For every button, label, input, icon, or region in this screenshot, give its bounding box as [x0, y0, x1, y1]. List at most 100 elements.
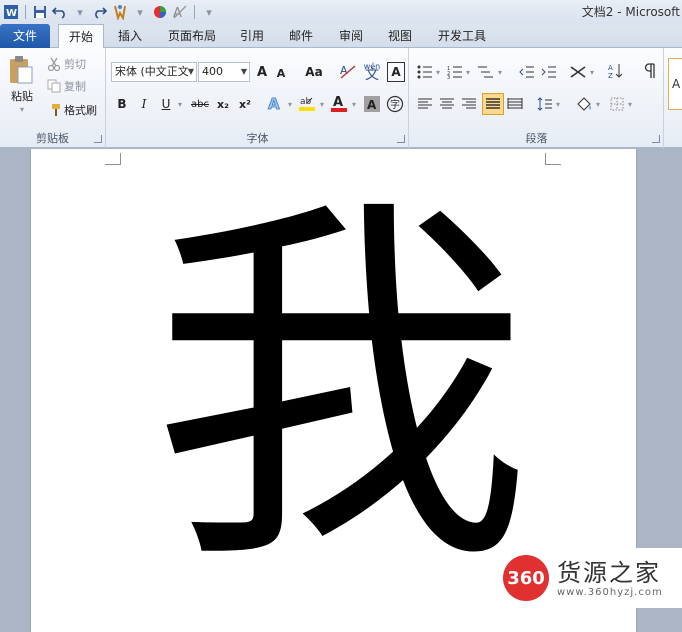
font-size-combo[interactable]: 400 ▼ — [198, 62, 250, 82]
svg-text:A: A — [367, 98, 377, 112]
justify-icon[interactable] — [482, 93, 504, 115]
align-left-icon[interactable] — [416, 94, 434, 114]
change-case-button[interactable]: Aa — [301, 62, 327, 82]
shading-icon[interactable] — [574, 94, 594, 114]
copy-icon — [46, 78, 62, 94]
clear-formatting-icon[interactable]: A — [337, 60, 359, 84]
chevron-down-icon[interactable]: ▾ — [175, 94, 185, 114]
chinese-layout-icon[interactable] — [568, 62, 588, 82]
svg-text:W: W — [6, 8, 17, 19]
tab-review[interactable]: 审阅 — [333, 24, 369, 48]
tab-home[interactable]: 开始 — [58, 24, 104, 49]
paragraph-group: ▾ 123 ▾ ▾ ▾ AZ ▾ ▾ ▾ 段落 — [410, 48, 664, 148]
numbering-icon[interactable]: 123 — [446, 62, 464, 82]
subscript-button[interactable]: x₂ — [213, 94, 233, 114]
character-border-button[interactable]: A — [387, 62, 405, 82]
chevron-down-icon[interactable]: ▾ — [588, 62, 596, 82]
increase-indent-icon[interactable] — [540, 62, 558, 82]
format-painter-button[interactable]: 格式刷 — [64, 102, 104, 118]
paragraph-group-label: 段落 — [525, 132, 548, 145]
decrease-indent-icon[interactable] — [518, 62, 536, 82]
chevron-down-icon[interactable]: ▾ — [434, 62, 442, 82]
svg-text:A: A — [268, 95, 280, 112]
phonetic-guide-button[interactable]: wén 文 — [361, 58, 383, 84]
italic-button[interactable]: I — [135, 94, 153, 114]
chevron-down-icon[interactable]: ▾ — [349, 94, 359, 114]
ribbon-tabs: 文件 开始 插入 页面布局 引用 邮件 审阅 视图 开发工具 — [0, 24, 682, 49]
align-center-icon[interactable] — [438, 94, 456, 114]
customize-icon[interactable]: ▾ — [200, 3, 218, 21]
watermark-logo: 360 — [503, 555, 549, 601]
tab-insert[interactable]: 插入 — [112, 24, 148, 48]
line-spacing-icon[interactable] — [536, 94, 554, 114]
style-preview-text: A — [672, 77, 681, 91]
font-name-combo[interactable]: 宋体 (中文正文 ▼ — [111, 62, 197, 82]
redo-icon[interactable] — [91, 3, 109, 21]
document-text[interactable]: 我 — [141, 179, 541, 599]
superscript-button[interactable]: x² — [235, 94, 255, 114]
dialog-launcher-icon[interactable] — [397, 135, 405, 143]
qat-separator — [25, 5, 26, 19]
format-painter-icon — [46, 102, 62, 118]
svg-text:ab: ab — [300, 97, 312, 107]
grow-font-button[interactable]: A — [253, 62, 271, 82]
tab-developer[interactable]: 开发工具 — [432, 24, 492, 48]
bold-button[interactable]: B — [113, 94, 131, 114]
font-group: 宋体 (中文正文 ▼ 400 ▼ A A Aa A wén 文 A B I U ▾… — [107, 48, 409, 148]
chevron-down-icon[interactable]: ▾ — [464, 62, 472, 82]
undo-icon[interactable] — [51, 3, 69, 21]
tab-references[interactable]: 引用 — [234, 24, 270, 48]
styles-gallery-item[interactable]: A — [668, 58, 682, 110]
borders-icon[interactable] — [608, 94, 626, 114]
clear-format-icon[interactable]: A — [171, 3, 189, 21]
svg-text:Z: Z — [608, 72, 613, 80]
dialog-launcher-icon[interactable] — [652, 135, 660, 143]
chevron-down-icon[interactable]: ▾ — [71, 3, 89, 21]
chevron-down-icon[interactable]: ▾ — [554, 94, 562, 114]
highlight-icon[interactable]: ab — [297, 92, 317, 114]
sort-icon[interactable]: AZ — [606, 60, 626, 82]
strikethrough-button[interactable]: abc — [189, 94, 211, 114]
chevron-down-icon[interactable]: ▾ — [131, 3, 149, 21]
clipboard-group-label: 剪贴板 — [36, 132, 69, 145]
chevron-down-icon[interactable]: ▾ — [594, 94, 602, 114]
text-effects-icon[interactable]: A — [265, 92, 285, 114]
font-name-value: 宋体 (中文正文 — [115, 65, 189, 78]
chevron-down-icon[interactable]: ▾ — [626, 94, 634, 114]
tab-file[interactable]: 文件 — [0, 24, 50, 48]
ribbon: 粘贴 ▾ 剪切 复制 格式刷 剪贴板 宋体 (中文正文 ▼ 400 ▼ A A … — [0, 48, 682, 148]
format-painter-icon[interactable] — [111, 3, 129, 21]
margin-corner-mark — [545, 153, 561, 165]
word-app-icon[interactable]: W — [2, 3, 20, 21]
enclose-characters-icon[interactable]: 字 — [385, 94, 405, 114]
color-icon[interactable] — [151, 3, 169, 21]
bullets-icon[interactable] — [416, 62, 434, 82]
quick-access-toolbar: W ▾ ▾ A ▾ — [0, 3, 218, 21]
show-formatting-icon[interactable] — [640, 60, 660, 82]
chevron-down-icon: ▼ — [187, 67, 194, 76]
dialog-launcher-icon[interactable] — [94, 135, 102, 143]
tab-page-layout[interactable]: 页面布局 — [162, 24, 222, 48]
save-icon[interactable] — [31, 3, 49, 21]
underline-button[interactable]: U — [157, 94, 175, 114]
chevron-down-icon[interactable]: ▾ — [317, 94, 327, 114]
watermark-name: 货源之家 — [557, 558, 661, 587]
distribute-icon[interactable] — [506, 94, 524, 114]
shrink-font-button[interactable]: A — [273, 64, 289, 82]
font-color-icon[interactable]: A — [329, 92, 349, 114]
qat-separator — [194, 5, 195, 19]
character-shading-icon[interactable]: A — [363, 94, 381, 114]
multilevel-list-icon[interactable] — [476, 62, 496, 82]
watermark-text: 货源之家 www.360hyzj.com — [557, 559, 663, 598]
chevron-down-icon[interactable]: ▾ — [285, 94, 295, 114]
cut-button[interactable]: 剪切 — [64, 56, 94, 72]
chevron-down-icon[interactable]: ▾ — [4, 104, 40, 114]
paste-icon[interactable] — [6, 54, 36, 86]
align-right-icon[interactable] — [460, 94, 478, 114]
paste-button[interactable]: 粘贴 — [4, 88, 40, 104]
tab-view[interactable]: 视图 — [382, 24, 418, 48]
tab-mailings[interactable]: 邮件 — [283, 24, 319, 48]
copy-button[interactable]: 复制 — [64, 78, 94, 94]
chevron-down-icon[interactable]: ▾ — [496, 62, 504, 82]
margin-corner-mark — [105, 153, 121, 165]
